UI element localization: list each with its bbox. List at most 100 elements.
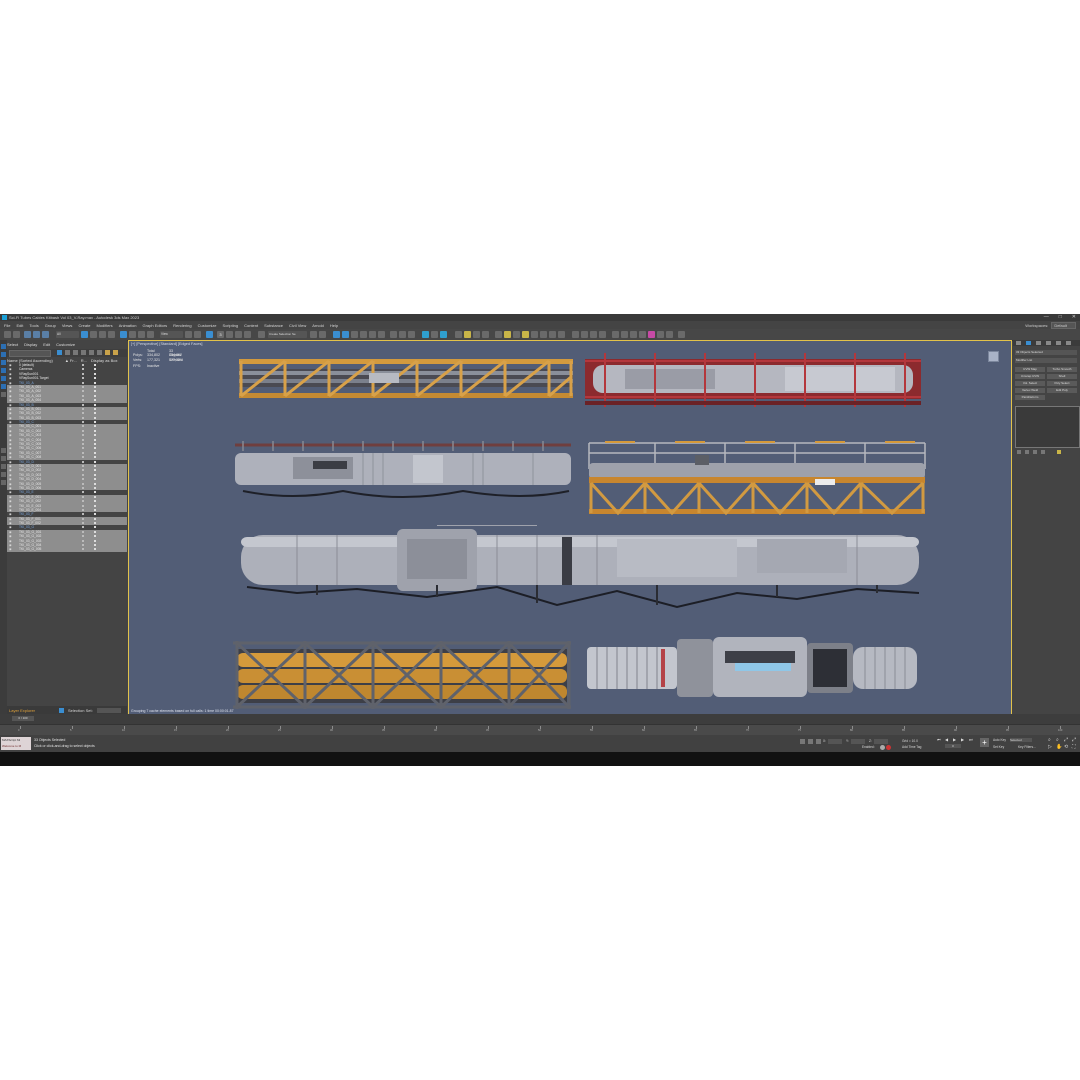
frozen-toggle-icon[interactable]	[82, 368, 84, 371]
render-toggle-icon[interactable]	[94, 500, 96, 503]
maximize-viewport-icon[interactable]: ⛶	[1072, 744, 1076, 750]
vol-select-button[interactable]: Vol. Select	[1015, 381, 1045, 386]
render-toggle-icon[interactable]	[94, 425, 96, 428]
selection-lock-icon[interactable]	[808, 739, 813, 744]
frozen-toggle-icon[interactable]	[82, 399, 84, 402]
pivot-center-icon[interactable]	[185, 331, 192, 338]
display-groups-icon[interactable]	[1, 448, 6, 453]
frozen-toggle-icon[interactable]	[82, 412, 84, 415]
render-toggle-icon[interactable]	[94, 478, 96, 481]
object-name-field[interactable]: 33 Objects Selected	[1015, 350, 1077, 355]
render-toggle-icon[interactable]	[94, 451, 96, 454]
rendered-frame-window-icon[interactable]	[399, 331, 406, 338]
link-icon[interactable]	[24, 331, 31, 338]
render-toggle-icon[interactable]	[94, 403, 96, 406]
zoom-all-icon[interactable]: ⌕	[1056, 737, 1059, 743]
frozen-toggle-icon[interactable]	[82, 456, 84, 459]
frozen-toggle-icon[interactable]	[82, 526, 84, 529]
vray-converter-icon[interactable]	[590, 331, 597, 338]
vray-dome-icon[interactable]	[473, 331, 480, 338]
render-toggle-icon[interactable]	[94, 416, 96, 419]
vray-sun-icon[interactable]	[464, 331, 471, 338]
percent-snap-icon[interactable]	[235, 331, 242, 338]
column-render[interactable]: R...	[81, 358, 87, 363]
layer-icon[interactable]	[65, 350, 70, 355]
frozen-toggle-icon[interactable]	[82, 390, 84, 393]
go-to-end-icon[interactable]: ⏭	[969, 737, 973, 742]
arnold-render-icon[interactable]	[666, 331, 673, 338]
display-containers-icon[interactable]	[1, 472, 6, 477]
frozen-toggle-icon[interactable]	[82, 530, 84, 533]
filter-icon[interactable]	[1, 480, 6, 485]
display-bones-icon[interactable]	[1, 464, 6, 469]
vray-material-icon[interactable]	[572, 331, 579, 338]
render-toggle-icon[interactable]	[94, 486, 96, 489]
make-unique-icon[interactable]	[1033, 450, 1037, 454]
menu-views[interactable]: Views	[62, 323, 73, 328]
toggle-layer-explorer-icon[interactable]	[342, 331, 349, 338]
render-toggle-icon[interactable]	[94, 473, 96, 476]
modifier-list-dropdown[interactable]: Modifier List	[1015, 358, 1077, 363]
selection-set-dropdown[interactable]	[96, 707, 121, 713]
render-toggle-icon[interactable]	[94, 429, 96, 432]
named-selection-dropdown[interactable]: Create Selection Se	[268, 331, 307, 338]
menu-group[interactable]: Group	[45, 323, 56, 328]
column-frozen[interactable]: ▲ Fr...	[65, 358, 77, 363]
arnold-icon[interactable]	[657, 331, 664, 338]
edit-poly-button[interactable]: Edit Poly	[1047, 388, 1077, 393]
utilities-tab-icon[interactable]	[1066, 341, 1071, 345]
pan-icon[interactable]: ✋	[1056, 744, 1062, 750]
place-icon[interactable]	[147, 331, 154, 338]
vray-frame-buffer-icon[interactable]	[422, 331, 429, 338]
auto-key-button[interactable]: Auto Key	[993, 738, 1006, 742]
motion-tab-icon[interactable]	[1046, 341, 1051, 345]
render-toggle-icon[interactable]	[94, 508, 96, 511]
frozen-toggle-icon[interactable]	[82, 500, 84, 503]
vray-physical-camera-icon[interactable]	[621, 331, 628, 338]
new-layer-icon[interactable]	[97, 350, 102, 355]
isolate-selection-icon[interactable]	[800, 739, 805, 744]
show-end-result-icon[interactable]	[1025, 450, 1029, 454]
field-of-view-icon[interactable]: ▷	[1048, 744, 1052, 750]
frozen-toggle-icon[interactable]	[82, 482, 84, 485]
display-lights-icon[interactable]	[1, 368, 6, 373]
render-toggle-icon[interactable]	[94, 381, 96, 384]
tab-edit[interactable]: Edit	[43, 342, 50, 347]
menu-graph-editors[interactable]: Graph Editors	[142, 323, 167, 328]
hierarchy-tab-icon[interactable]	[1036, 341, 1041, 345]
vray-lister-icon[interactable]	[431, 331, 438, 338]
frozen-toggle-icon[interactable]	[82, 535, 84, 538]
render-toggle-icon[interactable]	[94, 464, 96, 467]
schematic-view-icon[interactable]	[369, 331, 376, 338]
time-slider[interactable]: 0 / 100	[0, 714, 1080, 724]
scale-icon[interactable]	[138, 331, 145, 338]
workspaces-select[interactable]: Default	[1051, 322, 1076, 329]
select-by-name-icon[interactable]	[90, 331, 97, 338]
toggle-scene-explorer-icon[interactable]	[333, 331, 340, 338]
undo-icon[interactable]	[4, 331, 11, 338]
toggle-ribbon-icon[interactable]	[351, 331, 358, 338]
frozen-toggle-icon[interactable]	[82, 473, 84, 476]
model-large-long-cylinder[interactable]	[237, 525, 923, 621]
frozen-toggle-icon[interactable]	[82, 539, 84, 542]
unwrap-uvw-button[interactable]: Unwrap UVW	[1015, 374, 1045, 379]
menu-edit[interactable]: Edit	[16, 323, 23, 328]
render-toggle-icon[interactable]	[94, 460, 96, 463]
frozen-toggle-icon[interactable]	[82, 407, 84, 410]
frozen-toggle-icon[interactable]	[82, 394, 84, 397]
viewport-label[interactable]: [+] [Perspective] [Standard] [Edged Face…	[131, 342, 202, 346]
frozen-toggle-icon[interactable]	[82, 451, 84, 454]
toolbar-extra-icon[interactable]	[678, 331, 685, 338]
z-coord-field[interactable]	[874, 739, 888, 744]
menu-tools[interactable]: Tools	[29, 323, 38, 328]
vray-cosmos-icon[interactable]	[599, 331, 606, 338]
scene-search-input[interactable]	[9, 350, 51, 357]
go-to-start-icon[interactable]: ⏮	[937, 737, 941, 742]
frozen-toggle-icon[interactable]	[82, 377, 84, 380]
display-tab-icon[interactable]	[1056, 341, 1061, 345]
render-toggle-icon[interactable]	[94, 491, 96, 494]
frozen-toggle-icon[interactable]	[82, 478, 84, 481]
frozen-toggle-icon[interactable]	[82, 548, 84, 551]
selection-filter-dropdown[interactable]: All	[56, 331, 79, 338]
maxscript-listener[interactable]: MAXScript Mi Welcome to M	[1, 737, 31, 750]
